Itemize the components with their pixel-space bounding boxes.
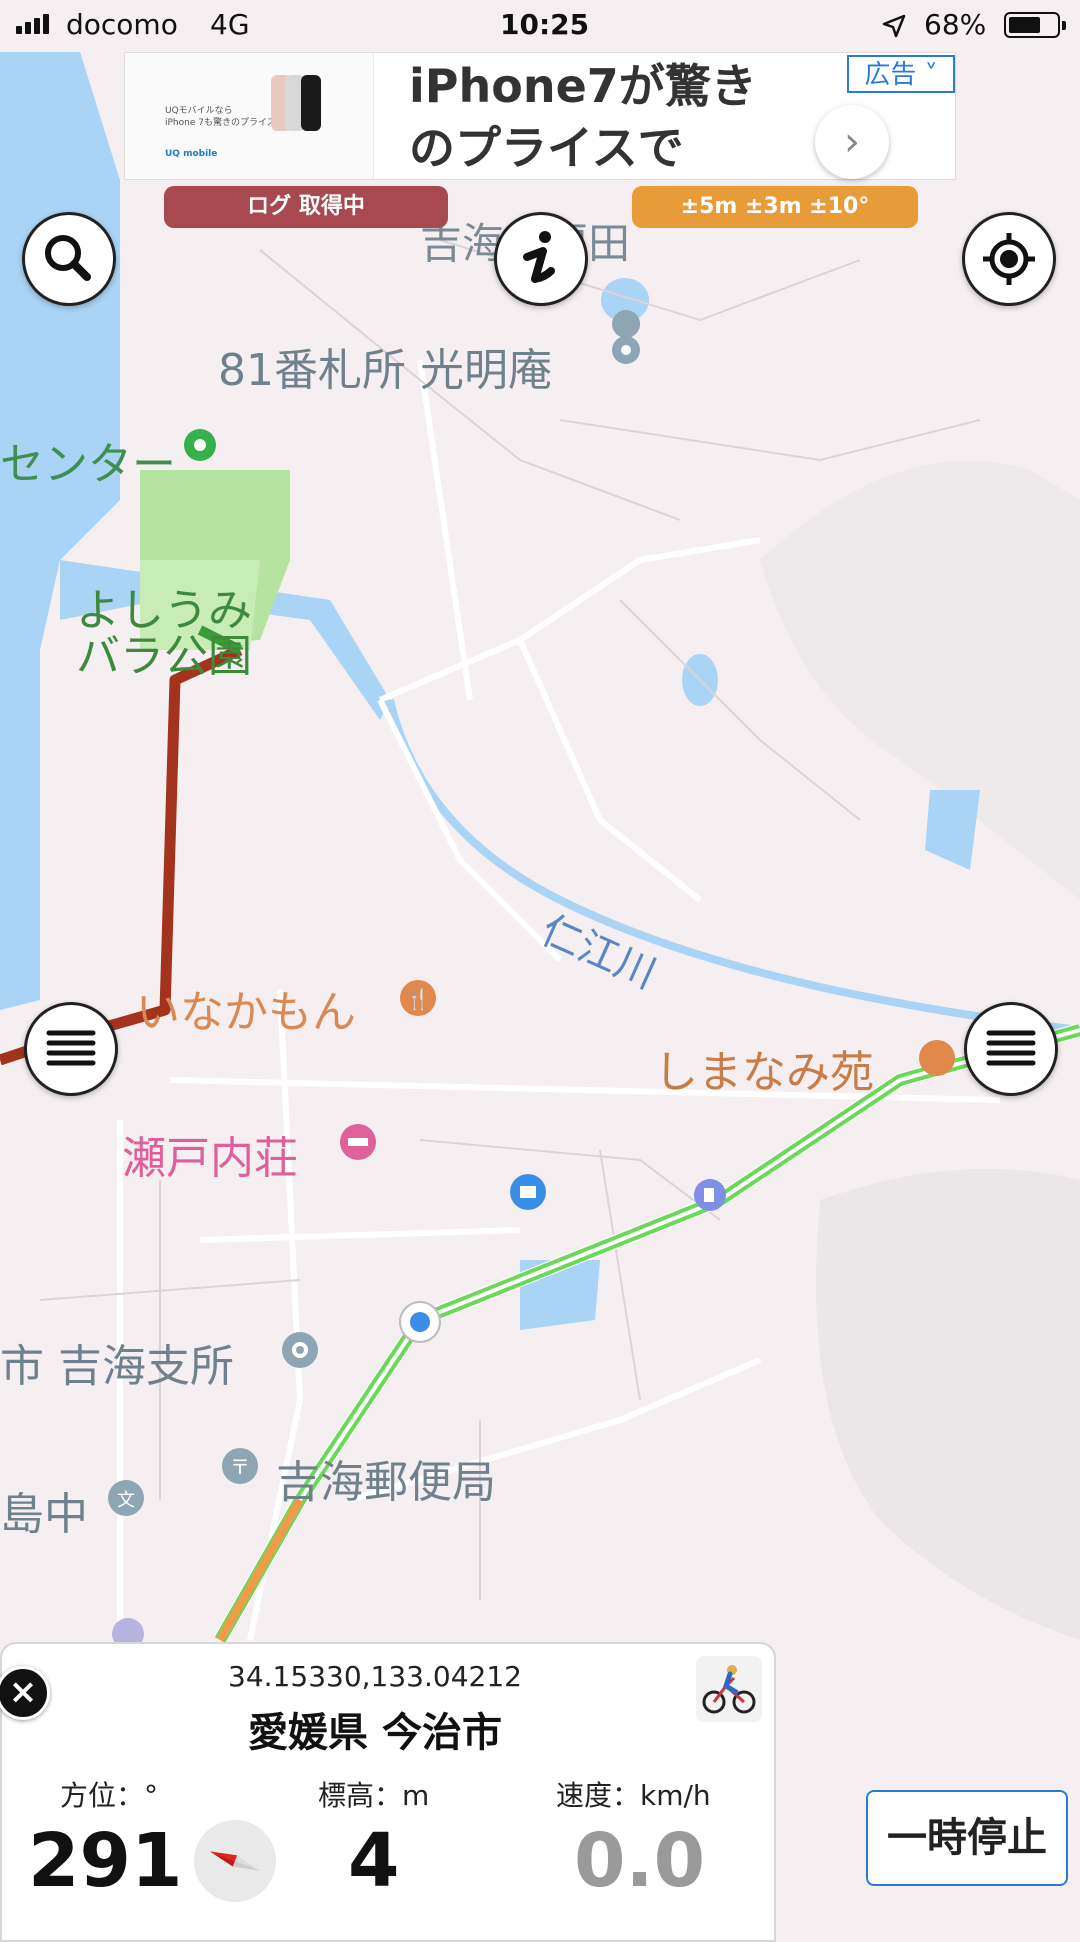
restaurant-pin-icon: 🍴 — [400, 980, 436, 1016]
map-label-post-office: 吉海郵便局 — [276, 1457, 496, 1508]
search-button[interactable] — [22, 212, 116, 306]
log-status-badge[interactable]: ログ 取得中 — [164, 186, 448, 228]
phone-image-icon-3 — [301, 75, 321, 131]
info-button[interactable] — [494, 212, 588, 306]
map-label-branch-office: 市 吉海支所 — [0, 1341, 234, 1392]
menu-icon — [986, 1030, 1036, 1066]
speed-value: 0.0 — [574, 1818, 706, 1904]
ad-image[interactable]: UQモバイルなら iPhone 7も驚きのプライス UQ mobile — [125, 53, 374, 179]
map-label-center: センター — [0, 439, 176, 490]
ad-banner[interactable]: UQモバイルなら iPhone 7も驚きのプライス UQ mobile iPho… — [124, 52, 956, 180]
ad-headline-line2: のプライスで — [409, 121, 684, 175]
speed-label: 速度：km/h — [556, 1779, 711, 1812]
signal-icon — [16, 14, 52, 34]
hotel-pin-icon — [340, 1124, 376, 1160]
gas-pin-icon — [694, 1179, 726, 1211]
map-label-park-line2: バラ公園 — [76, 631, 252, 682]
ad-badge[interactable]: 広告 ˅ — [847, 55, 955, 93]
pause-button[interactable]: 一時停止 — [866, 1790, 1068, 1886]
search-icon — [45, 235, 91, 281]
locate-button[interactable] — [962, 212, 1056, 306]
svg-text:🍴: 🍴 — [406, 987, 431, 1011]
clock: 10:25 — [500, 8, 590, 41]
accuracy-badge[interactable]: ±5m ±3m ±10° — [632, 186, 918, 228]
right-menu-button[interactable] — [964, 1002, 1058, 1096]
info-icon — [523, 231, 555, 283]
menu-icon — [46, 1030, 96, 1066]
chevron-right-icon[interactable]: › — [815, 105, 889, 179]
locate-icon — [983, 233, 1035, 285]
restaurant-pin-icon-2 — [919, 1040, 955, 1076]
place-name: 愛媛県 今治市 — [248, 1710, 502, 1756]
ad-headline-line1: iPhone7が驚き — [409, 59, 757, 113]
bicycle-icon[interactable] — [696, 1656, 762, 1722]
battery-icon — [1004, 12, 1066, 38]
toll-pin-icon — [399, 1301, 441, 1343]
compass-icon — [194, 1820, 276, 1902]
ad-headline[interactable]: iPhone7が驚き のプライスで — [409, 55, 799, 179]
bearing-label: 方位：° — [60, 1779, 159, 1812]
map-label-setouchiso: 瀬戸内荘 — [122, 1133, 298, 1184]
left-menu-button[interactable] — [24, 1002, 118, 1096]
map-label-inakamon: いなかもん — [136, 987, 356, 1038]
svg-text:〒: 〒 — [230, 1455, 250, 1479]
office-pin-icon — [282, 1332, 318, 1368]
carrier-label: docomo — [66, 8, 178, 41]
map-label-school: 島中 — [0, 1489, 88, 1540]
location-arrow-icon — [882, 14, 906, 38]
altitude-label: 標高：m — [318, 1779, 430, 1812]
shop-pin-icon — [510, 1174, 546, 1210]
center-pin-icon — [184, 429, 216, 461]
battery-percent: 68% — [924, 8, 987, 41]
bearing-value: 291 — [28, 1818, 183, 1904]
altitude-value: 4 — [348, 1818, 400, 1904]
map-label-temple: 81番札所 光明庵 — [218, 345, 552, 396]
ad-image-brand: UQ mobile — [165, 149, 218, 159]
school-pin-icon: 文 — [108, 1480, 144, 1516]
post-office-pin-icon: 〒 — [222, 1448, 258, 1484]
coordinates-readout: 34.15330,133.04212 — [228, 1660, 522, 1693]
network-label: 4G — [210, 8, 250, 41]
ad-image-text-2: iPhone 7も驚きのプライス — [165, 118, 276, 128]
svg-text:文: 文 — [117, 1490, 135, 1511]
map-label-shimanamien: しまなみ苑 — [654, 1047, 874, 1098]
status-bar: docomo 4G 10:25 68% — [0, 0, 1080, 52]
